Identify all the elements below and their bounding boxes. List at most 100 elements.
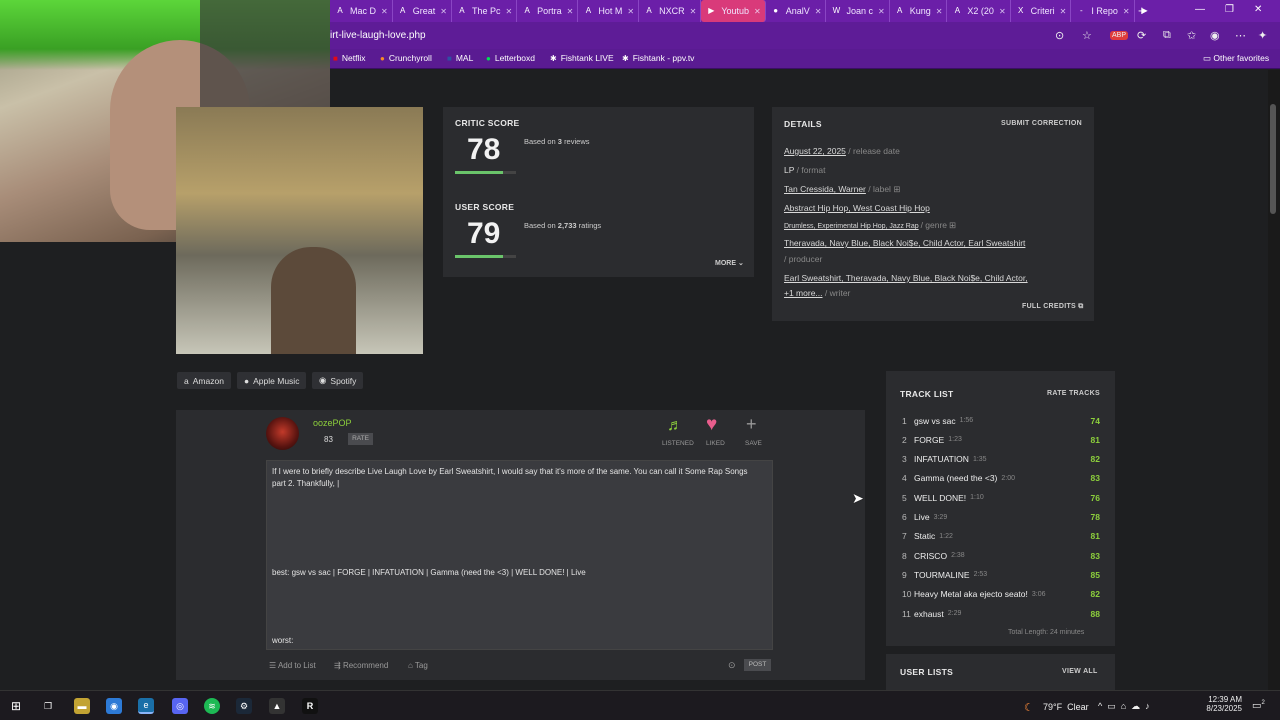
avatar[interactable] [266, 417, 299, 450]
submit-correction-link[interactable]: SUBMIT CORRECTION [1001, 120, 1082, 127]
track-title[interactable]: Static [914, 531, 935, 541]
view-all-link[interactable]: VIEW ALL [1062, 668, 1098, 675]
chrome-icon[interactable]: ◉ [106, 698, 122, 714]
bookmark-letterboxd[interactable]: ● Letterboxd [486, 53, 535, 63]
track-row[interactable]: 4 Gamma (need the <3) 2:00 83 [900, 469, 1100, 488]
expand-icon[interactable]: ⊞ [893, 184, 900, 194]
genre-link[interactable]: Abstract Hip Hop, West Coast Hip Hop [784, 203, 930, 213]
notification-icon[interactable]: ▭2 [1252, 700, 1265, 711]
tab-close-icon[interactable]: ✕ [878, 7, 885, 16]
close-icon[interactable]: ✕ [1254, 4, 1262, 15]
tab-close-icon[interactable]: ✕ [381, 7, 388, 16]
track-row[interactable]: 6 Live 3:29 78 [900, 508, 1100, 527]
track-row[interactable]: 2 FORGE 1:23 81 [900, 430, 1100, 449]
heart-icon[interactable]: ♥ [706, 414, 717, 436]
album-cover[interactable] [176, 107, 423, 354]
browser-tab[interactable]: A Mac D ✕ [330, 0, 393, 22]
track-title[interactable]: WELL DONE! [914, 493, 966, 503]
track-title[interactable]: Heavy Metal aka ejecto seato! [914, 589, 1028, 599]
extension-icon[interactable]: ABP [1110, 31, 1129, 40]
track-row[interactable]: 1 gsw vs sac 1:56 74 [900, 411, 1100, 430]
browser-tab[interactable]: A Portra ✕ [517, 0, 579, 22]
track-row[interactable]: 8 CRISCO 2:38 83 [900, 546, 1100, 565]
browser-tab[interactable]: A Great ✕ [393, 0, 452, 22]
favorites-icon[interactable]: ✩ [1187, 29, 1196, 42]
spotify-button[interactable]: ◉ Spotify [312, 372, 364, 389]
browser-tab[interactable]: A The Pc ✕ [452, 0, 518, 22]
expand-icon[interactable]: ⊞ [949, 220, 956, 230]
tab-close-icon[interactable]: ✕ [690, 7, 697, 16]
plus-icon[interactable]: + [746, 414, 757, 435]
tab-close-icon[interactable]: ✕ [1060, 7, 1067, 16]
track-row[interactable]: 5 WELL DONE! 1:10 76 [900, 488, 1100, 507]
tab-close-icon[interactable]: ✕ [1123, 7, 1130, 16]
copilot-icon[interactable]: ✦ [1258, 29, 1267, 42]
app-icon[interactable]: ▲ [269, 698, 285, 714]
discord-icon[interactable]: ◎ [172, 698, 188, 714]
browser-tab[interactable]: ● AnalV ✕ [766, 0, 827, 22]
more-button[interactable]: MORE ⌄ [715, 259, 744, 267]
browser-tab[interactable]: A NXCR ✕ [639, 0, 702, 22]
track-title[interactable]: TOURMALINE [914, 570, 970, 580]
url-field[interactable]: irt-live-laugh-love.php [330, 30, 426, 41]
menu-icon[interactable]: ⋯ [1235, 29, 1246, 42]
bookmark-netflix[interactable]: ■ Netflix [333, 53, 365, 63]
browser-tab[interactable]: A X2 (20 ✕ [947, 0, 1011, 22]
track-title[interactable]: Gamma (need the <3) [914, 473, 997, 483]
bookmark-mal[interactable]: ■ MAL [447, 53, 473, 63]
star-icon[interactable]: ☆ [1082, 29, 1092, 42]
scrollbar-thumb[interactable] [1270, 104, 1276, 214]
tab-close-icon[interactable]: ✕ [627, 7, 634, 16]
track-row[interactable]: 11 exhaust 2:29 88 [900, 604, 1100, 623]
amazon-button[interactable]: a Amazon [177, 372, 231, 389]
post-button[interactable]: POST [744, 659, 771, 671]
track-title[interactable]: gsw vs sac [914, 416, 956, 426]
browser-tab[interactable]: X Criteri ✕ [1011, 0, 1072, 22]
weather-text[interactable]: 79°F Clear [1043, 702, 1089, 712]
label-link[interactable]: Tan Cressida, Warner [784, 184, 866, 194]
profile-icon[interactable]: ◉ [1210, 29, 1220, 42]
spotify-taskbar-icon[interactable]: ≋ [204, 698, 220, 714]
minimize-icon[interactable]: — [1195, 4, 1205, 15]
apple-music-button[interactable]: ● Apple Music [237, 372, 307, 389]
browser-tab[interactable]: A Hot M ✕ [578, 0, 640, 22]
tab-close-icon[interactable]: ✕ [999, 7, 1006, 16]
task-view-icon[interactable]: ❐ [40, 698, 56, 714]
producer-link[interactable]: Theravada, Navy Blue, Black Noi$e, Child… [784, 238, 1025, 248]
sync-icon[interactable]: ⟳ [1137, 29, 1146, 42]
track-title[interactable]: INFATUATION [914, 454, 969, 464]
track-title[interactable]: Live [914, 512, 930, 522]
add-to-list-button[interactable]: ☰ Add to List [269, 661, 316, 670]
track-row[interactable]: 7 Static 1:22 81 [900, 527, 1100, 546]
rate-button[interactable]: RATE [348, 433, 373, 445]
track-title[interactable]: FORGE [914, 435, 944, 445]
track-row[interactable]: 9 TOURMALINE 2:53 85 [900, 565, 1100, 584]
system-tray[interactable]: ^▭⌂☁♪ [1098, 701, 1155, 712]
file-explorer-icon[interactable]: ▬ [74, 698, 90, 714]
track-title[interactable]: CRISCO [914, 551, 947, 561]
tab-close-icon[interactable]: ✕ [505, 7, 512, 16]
browser-tab[interactable]: A Kung ✕ [890, 0, 948, 22]
recommend-button[interactable]: ⇶ Recommend [334, 661, 388, 670]
tab-close-icon[interactable]: ✕ [567, 7, 574, 16]
site-info-icon[interactable]: ⊙ [1055, 29, 1064, 42]
writer-more-link[interactable]: +1 more... [784, 288, 823, 298]
tab-close-icon[interactable]: ✕ [440, 7, 447, 16]
tag-button[interactable]: ⌂ Tag [408, 661, 428, 670]
bookmark-fishtank-ppv[interactable]: ✱ Fishtank - ppv.tv [622, 53, 694, 63]
subgenre-link[interactable]: Drumless, Experimental Hip Hop, Jazz Rap [784, 223, 919, 230]
tab-close-icon[interactable]: ✕ [815, 7, 822, 16]
maximize-icon[interactable]: ❐ [1225, 4, 1234, 15]
browser-tab[interactable]: W Joan c ✕ [826, 0, 890, 22]
windows-start-icon[interactable]: ⊞ [8, 698, 24, 714]
track-row[interactable]: 3 INFATUATION 1:35 82 [900, 450, 1100, 469]
review-username[interactable]: oozePOP [313, 418, 352, 428]
split-icon[interactable]: ⧉ [1163, 29, 1171, 42]
clock[interactable]: 12:39 AM 8/23/2025 [1206, 695, 1242, 713]
headphones-icon[interactable]: ♬ [667, 417, 683, 435]
edge-icon[interactable]: e [138, 698, 154, 714]
full-credits-link[interactable]: FULL CREDITS ⧉ [1022, 303, 1084, 311]
browser-tab[interactable]: ▶ Youtub ✕ [701, 0, 766, 22]
browser-tab[interactable]: -I Repo ✕ [1071, 0, 1135, 22]
bookmark-fishtank-live[interactable]: ✱ Fishtank LIVE [550, 53, 614, 63]
